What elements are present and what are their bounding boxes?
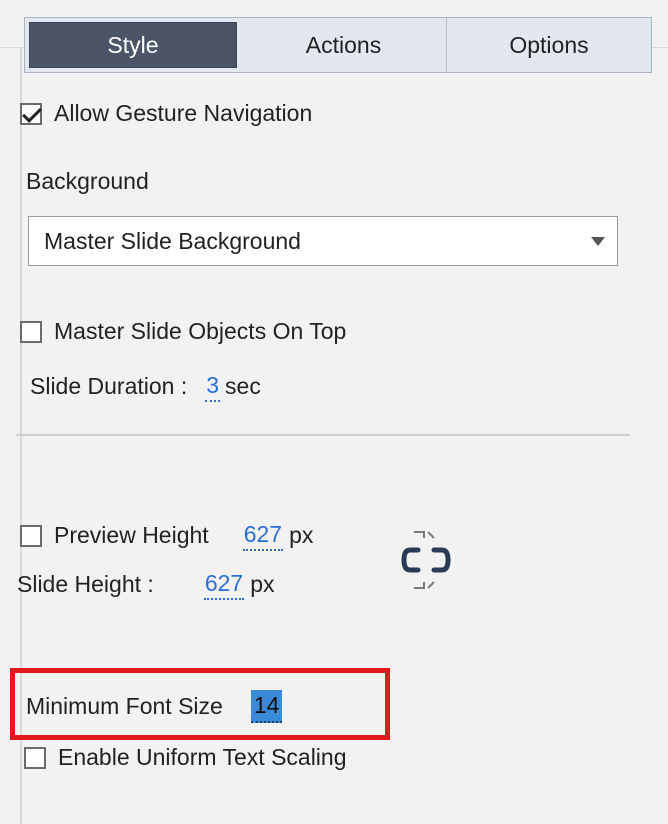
slide-duration-row: Slide Duration : 3 sec bbox=[30, 372, 261, 402]
gesture-row: Allow Gesture Navigation bbox=[20, 100, 312, 127]
min-font-row: Minimum Font Size 14 bbox=[26, 690, 283, 723]
master-objects-row: Master Slide Objects On Top bbox=[20, 318, 346, 345]
master-objects-checkbox[interactable] bbox=[20, 320, 42, 343]
min-font-label: Minimum Font Size bbox=[26, 693, 223, 719]
section-divider bbox=[16, 434, 630, 436]
gesture-label: Allow Gesture Navigation bbox=[54, 100, 313, 126]
gesture-checkbox[interactable] bbox=[20, 102, 42, 125]
slide-duration-label: Slide Duration : bbox=[30, 373, 188, 400]
preview-height-unit: px bbox=[289, 522, 314, 549]
tab-options[interactable]: Options bbox=[447, 18, 651, 72]
uniform-text-row: Enable Uniform Text Scaling bbox=[24, 744, 347, 771]
uniform-text-label: Enable Uniform Text Scaling bbox=[58, 744, 347, 770]
slide-duration-unit: sec bbox=[225, 373, 261, 400]
preview-height-label: Preview Height bbox=[54, 522, 209, 549]
slide-height-row: Slide Height : 627 px bbox=[17, 570, 274, 600]
preview-height-value[interactable]: 627 bbox=[242, 521, 284, 551]
unlink-chain-icon[interactable] bbox=[400, 528, 452, 592]
tab-bar: Style Actions Options bbox=[24, 17, 652, 73]
background-select[interactable]: Master Slide Background bbox=[28, 216, 618, 266]
slide-height-label: Slide Height : bbox=[17, 571, 154, 598]
slide-duration-value[interactable]: 3 bbox=[205, 372, 221, 402]
slide-height-unit: px bbox=[250, 571, 275, 598]
background-select-value: Master Slide Background bbox=[44, 227, 301, 254]
dropdown-arrow-icon[interactable] bbox=[591, 237, 605, 246]
tab-style[interactable]: Style bbox=[29, 22, 237, 68]
background-label: Background bbox=[26, 168, 149, 194]
uniform-text-checkbox[interactable] bbox=[24, 746, 46, 769]
preview-height-row: Preview Height 627 px bbox=[20, 521, 313, 551]
preview-height-checkbox[interactable] bbox=[20, 524, 42, 547]
properties-panel: Style Actions Options Allow Gesture Navi… bbox=[0, 0, 668, 824]
background-label-row: Background bbox=[26, 168, 149, 195]
master-objects-label: Master Slide Objects On Top bbox=[54, 318, 347, 344]
tab-actions[interactable]: Actions bbox=[241, 18, 447, 72]
slide-height-value[interactable]: 627 bbox=[203, 570, 245, 600]
min-font-value[interactable]: 14 bbox=[250, 690, 283, 723]
